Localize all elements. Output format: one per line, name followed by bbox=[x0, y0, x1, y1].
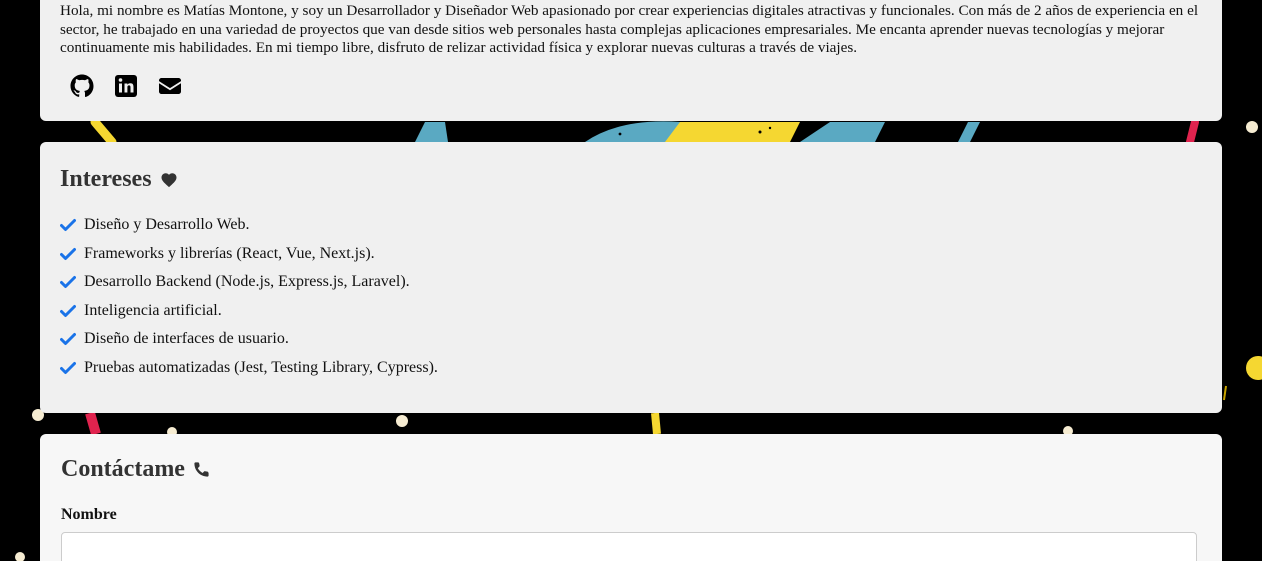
interest-label: Desarrollo Backend (Node.js, Express.js,… bbox=[84, 273, 410, 291]
phone-icon bbox=[194, 462, 209, 477]
github-icon bbox=[70, 74, 94, 97]
about-text: Hola, mi nombre es Matías Montone, y soy… bbox=[60, 2, 1199, 56]
interests-heading: Intereses bbox=[60, 166, 1202, 193]
contact-card: Contáctame Nombre bbox=[40, 434, 1222, 561]
contact-title: Contáctame bbox=[61, 456, 185, 482]
interests-title: Intereses bbox=[60, 166, 152, 192]
github-link[interactable] bbox=[70, 74, 94, 98]
interest-label: Diseño y Desarrollo Web. bbox=[84, 216, 250, 234]
list-item: Frameworks y librerías (React, Vue, Next… bbox=[60, 240, 1202, 269]
list-item: Diseño y Desarrollo Web. bbox=[60, 211, 1202, 240]
interests-list: Diseño y Desarrollo Web. Frameworks y li… bbox=[60, 211, 1202, 382]
check-icon bbox=[60, 333, 76, 346]
about-card: Hola, mi nombre es Matías Montone, y soy… bbox=[40, 0, 1222, 121]
check-icon bbox=[60, 304, 76, 317]
interest-label: Inteligencia artificial. bbox=[84, 301, 222, 319]
social-links bbox=[60, 74, 1202, 98]
contact-heading: Contáctame bbox=[61, 456, 1201, 483]
interest-label: Pruebas automatizadas (Jest, Testing Lib… bbox=[84, 358, 438, 376]
interest-label: Diseño de interfaces de usuario. bbox=[84, 330, 289, 348]
interest-label: Frameworks y librerías (React, Vue, Next… bbox=[84, 244, 375, 262]
check-icon bbox=[60, 361, 76, 374]
list-item: Inteligencia artificial. bbox=[60, 297, 1202, 326]
name-input[interactable] bbox=[61, 532, 1197, 561]
page: Hola, mi nombre es Matías Montone, y soy… bbox=[0, 0, 1262, 561]
linkedin-icon bbox=[115, 74, 137, 97]
list-item: Pruebas automatizadas (Jest, Testing Lib… bbox=[60, 354, 1202, 383]
name-label: Nombre bbox=[61, 506, 117, 523]
envelope-icon bbox=[159, 77, 181, 94]
check-icon bbox=[60, 219, 76, 232]
check-icon bbox=[60, 247, 76, 260]
list-item: Desarrollo Backend (Node.js, Express.js,… bbox=[60, 268, 1202, 297]
check-icon bbox=[60, 276, 76, 289]
linkedin-link[interactable] bbox=[114, 74, 138, 98]
list-item: Diseño de interfaces de usuario. bbox=[60, 325, 1202, 354]
email-link[interactable] bbox=[158, 74, 182, 98]
interests-card: Intereses Diseño y Desarrollo Web. Frame… bbox=[40, 142, 1222, 413]
heart-icon bbox=[161, 172, 177, 187]
